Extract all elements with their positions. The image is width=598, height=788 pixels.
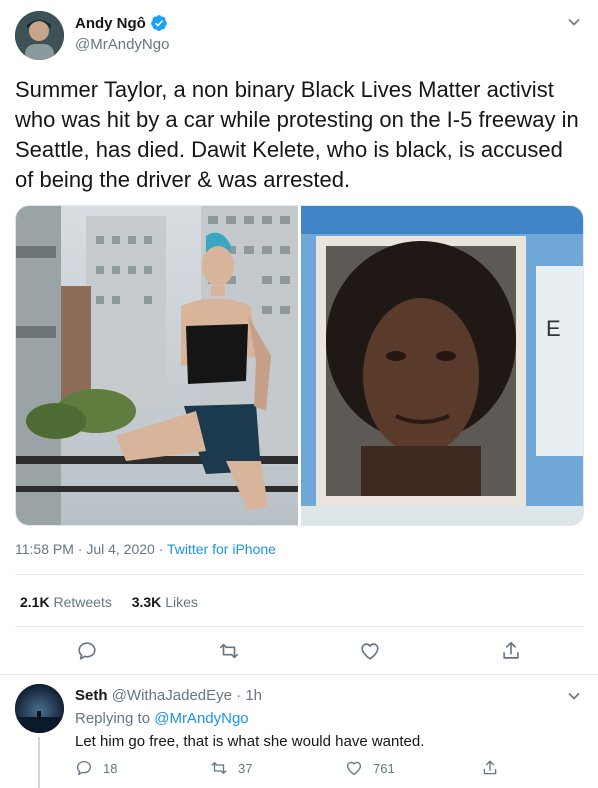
- divider: [15, 626, 583, 627]
- tweet-source-link[interactable]: Twitter for iPhone: [167, 541, 276, 557]
- reply-handle[interactable]: @WithaJadedEye: [112, 687, 232, 704]
- author-name-row: Andy Ngô: [75, 14, 168, 32]
- divider: [0, 674, 598, 675]
- tweet-time-date[interactable]: 11:58 PM · Jul 4, 2020 ·: [15, 541, 167, 557]
- likes-stat[interactable]: 3.3K Likes: [132, 594, 198, 610]
- like-icon[interactable]: [359, 640, 381, 662]
- reply-retweet-count: 37: [238, 760, 253, 776]
- replying-to-mention[interactable]: @MrAndyNgo: [154, 710, 248, 727]
- reply-reply-count: 18: [103, 760, 118, 776]
- media-photo-left[interactable]: [16, 206, 298, 525]
- media-photo-right[interactable]: E: [301, 206, 583, 525]
- author-handle[interactable]: @MrAndyNgo: [75, 36, 169, 53]
- avatar[interactable]: [15, 11, 64, 60]
- reply-time[interactable]: · 1h: [232, 687, 262, 704]
- reply-header: Seth @WithaJadedEye · 1h: [75, 687, 262, 704]
- replying-to: Replying to @MrAndyNgo: [75, 710, 249, 727]
- retweet-icon[interactable]: [218, 640, 240, 662]
- retweets-stat[interactable]: 2.1K Retweets: [20, 594, 112, 610]
- reply-like-action[interactable]: 761: [345, 759, 395, 777]
- reply-icon[interactable]: [76, 640, 98, 662]
- thread-line: [38, 737, 40, 788]
- reply-avatar[interactable]: [15, 684, 64, 733]
- author-display-name[interactable]: Andy Ngô: [75, 15, 146, 32]
- media-right-letter: E: [546, 316, 561, 341]
- retweets-count: 2.1K: [20, 594, 50, 610]
- divider: [15, 574, 583, 575]
- like-icon[interactable]: [345, 759, 363, 777]
- tweet-timestamp: 11:58 PM · Jul 4, 2020 · Twitter for iPh…: [15, 541, 276, 557]
- reply-share-action[interactable]: [481, 759, 509, 777]
- replying-to-label: Replying to: [75, 710, 155, 727]
- reply-icon[interactable]: [75, 759, 93, 777]
- tweet-media[interactable]: E: [15, 205, 584, 526]
- likes-count: 3.3K: [131, 594, 162, 610]
- retweet-icon[interactable]: [210, 759, 228, 777]
- likes-label: Likes: [165, 594, 198, 610]
- retweets-label: Retweets: [53, 594, 112, 610]
- reply-display-name[interactable]: Seth: [75, 687, 108, 704]
- share-icon[interactable]: [500, 640, 522, 662]
- reply-reply-action[interactable]: 18: [75, 759, 117, 777]
- chevron-down-icon[interactable]: [567, 15, 581, 29]
- share-icon[interactable]: [481, 759, 499, 777]
- tweet-stats: 2.1K Retweets 3.3K Likes: [20, 594, 198, 610]
- reply-like-count: 761: [373, 760, 395, 776]
- verified-icon: [150, 15, 167, 31]
- tweet-text: Summer Taylor, a non binary Black Lives …: [15, 77, 579, 192]
- reply-text: Let him go free, that is what she would …: [75, 733, 425, 750]
- reply-retweet-action[interactable]: 37: [210, 759, 252, 777]
- chevron-down-icon[interactable]: [567, 689, 581, 703]
